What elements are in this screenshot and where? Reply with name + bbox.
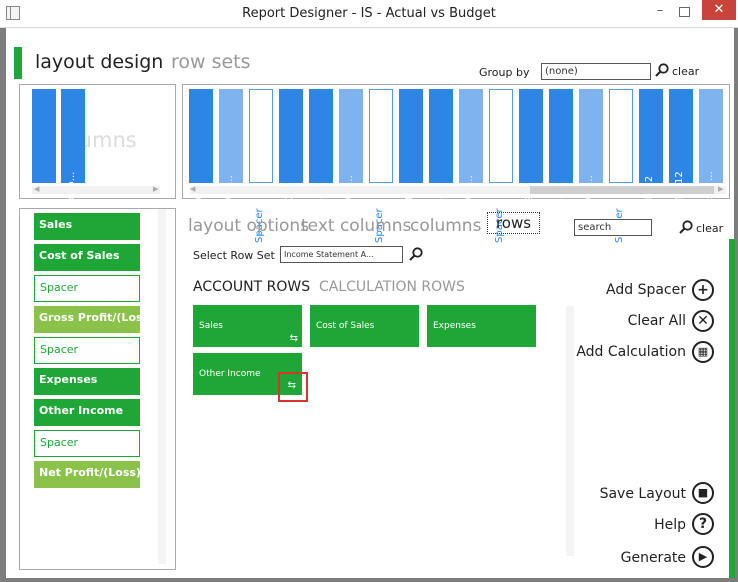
report-column-16[interactable]: BudgetYTD 12 xyxy=(669,89,693,243)
report-column-13[interactable]: Var 12 - Act... xyxy=(579,89,603,243)
add-spacer-button[interactable]: + xyxy=(692,279,714,301)
calculator-icon[interactable]: ▦ xyxy=(692,341,714,363)
column-label: Actual 12 xyxy=(524,195,535,243)
report-column-1[interactable]: Var 09 - Act... xyxy=(219,89,243,243)
play-icon[interactable]: ▶ xyxy=(692,546,714,568)
row-item[interactable]: Cost of Sales xyxy=(34,244,140,271)
row-item[interactable]: Sales xyxy=(34,213,140,240)
help-label[interactable]: Help xyxy=(560,517,686,533)
row-list-scrollbar[interactable] xyxy=(158,209,166,564)
report-column-2[interactable]: Spacer xyxy=(249,89,273,243)
group-by-label: Group by xyxy=(479,66,530,79)
report-column-3[interactable]: Actual 10 xyxy=(279,89,303,243)
tab-account-rows[interactable]: ACCOUNT ROWS xyxy=(193,279,310,295)
report-column-12[interactable]: Budget 12 xyxy=(549,89,573,243)
accent-strip xyxy=(729,239,735,578)
group-by-input[interactable] xyxy=(541,63,651,80)
tab-rows[interactable]: rows xyxy=(487,212,540,234)
minimize-button[interactable]: – xyxy=(650,3,670,21)
active-tab-indicator xyxy=(14,47,22,79)
report-column-0[interactable]: Budget 09 xyxy=(189,89,213,243)
generate-label[interactable]: Generate xyxy=(560,550,686,566)
column-label: Budget 12 xyxy=(554,191,565,243)
group-by-clear-link[interactable]: clear xyxy=(672,65,699,78)
report-column-11[interactable]: Actual 12 xyxy=(519,89,543,243)
clear-all-button[interactable]: ✕ xyxy=(692,310,714,332)
add-spacer-label[interactable]: Add Spacer xyxy=(560,282,686,298)
fixed-column-0[interactable]: Account xyxy=(32,89,56,243)
search-clear-link[interactable]: clear xyxy=(696,222,723,235)
add-calculation-label[interactable]: Add Calculation xyxy=(540,344,686,360)
row-item[interactable]: Spacer xyxy=(34,337,140,364)
search-icon[interactable] xyxy=(654,62,670,78)
tab-columns[interactable]: columns xyxy=(410,216,481,236)
tab-row-sets[interactable]: row sets xyxy=(171,51,251,73)
row-item[interactable]: Expenses xyxy=(34,368,140,395)
account-tile-label: Expenses xyxy=(433,321,476,331)
report-column-9[interactable]: Var 11 - Act... xyxy=(459,89,483,243)
row-item[interactable]: Spacer xyxy=(34,430,140,457)
tab-layout-options[interactable]: layout options xyxy=(188,216,309,236)
swap-icon[interactable]: ⇆ xyxy=(290,333,298,344)
row-item[interactable]: Other Income xyxy=(34,399,140,426)
report-column-10[interactable]: Spacer xyxy=(489,89,513,243)
account-tile-label: Other Income xyxy=(199,369,261,379)
tab-layout-design[interactable]: layout design xyxy=(35,51,163,73)
scroll-left-arrow[interactable]: ◀ xyxy=(190,185,195,193)
search-input[interactable] xyxy=(574,219,652,236)
close-button[interactable]: ✕ xyxy=(702,0,736,20)
save-icon[interactable]: ■ xyxy=(692,482,714,504)
window-title: Report Designer - IS - Actual vs Budget xyxy=(242,6,496,21)
account-tile-expenses[interactable]: Expenses xyxy=(427,305,536,347)
maximize-button[interactable] xyxy=(674,3,694,21)
report-column-4[interactable]: Budget 10 xyxy=(309,89,333,243)
row-item[interactable]: Gross Profit/(Loss xyxy=(34,306,140,333)
save-layout-label[interactable]: Save Layout xyxy=(560,486,686,502)
report-column-7[interactable]: Actual 11 xyxy=(399,89,423,243)
report-columns-scroll-thumb[interactable] xyxy=(530,186,714,194)
row-item[interactable]: Net Profit/(Loss).. xyxy=(34,461,140,488)
account-tile-label: Cost of Sales xyxy=(316,321,375,331)
window-frame-bottom xyxy=(0,578,738,582)
row-set-input[interactable] xyxy=(280,246,403,263)
row-item[interactable]: Spacer xyxy=(34,275,140,302)
window-frame-left xyxy=(0,28,6,582)
report-column-15[interactable]: ActualYTD 12 xyxy=(639,89,663,243)
scroll-right-arrow[interactable]: ▶ xyxy=(718,185,723,193)
report-column-8[interactable]: Budget 11 xyxy=(429,89,453,243)
highlight-box xyxy=(278,372,308,402)
account-tile-label: Sales xyxy=(199,321,223,331)
search-icon[interactable] xyxy=(408,246,424,262)
fixed-column-1[interactable]: Row Descrip... xyxy=(61,89,85,243)
clear-all-label[interactable]: Clear All xyxy=(560,313,686,329)
select-row-set-label: Select Row Set xyxy=(193,249,275,262)
scroll-left-arrow[interactable]: ◀ xyxy=(34,185,39,193)
help-icon[interactable]: ? xyxy=(692,513,714,535)
tab-text-columns[interactable]: text columns xyxy=(301,216,411,236)
tab-calculation-rows[interactable]: CALCULATION ROWS xyxy=(319,279,465,295)
scroll-right-arrow[interactable]: ▶ xyxy=(153,185,158,193)
report-column-6[interactable]: Spacer xyxy=(369,89,393,243)
report-column-14[interactable]: Spacer xyxy=(609,89,633,243)
search-icon[interactable] xyxy=(678,219,694,235)
account-tile-sales[interactable]: Sales ⇆ xyxy=(193,305,302,347)
report-column-5[interactable]: Var 10 - Act... xyxy=(339,89,363,243)
account-tile-cost-of-sales[interactable]: Cost of Sales xyxy=(310,305,419,347)
fixed-columns-scrollbar[interactable] xyxy=(32,186,160,194)
report-column-17[interactable]: VarYTD 12 - ... xyxy=(699,89,723,243)
